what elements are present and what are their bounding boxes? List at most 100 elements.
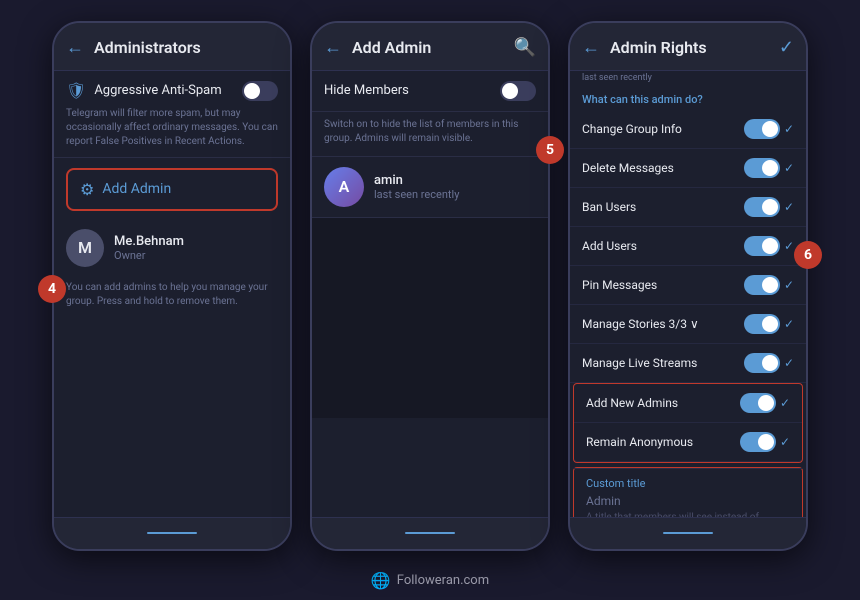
owner-tag: Owner <box>114 249 278 262</box>
toggle-container-5: ✓ <box>744 314 794 334</box>
right-row-ban-users: Ban Users ✓ <box>570 188 806 227</box>
screen2-header: ← Add Admin 🔍 <box>312 23 548 71</box>
member-avatar: A <box>324 167 364 207</box>
check-4: ✓ <box>784 278 794 292</box>
screen1-bottom-bar <box>54 517 290 549</box>
hide-members-row: Hide Members <box>312 71 548 112</box>
back-button-2[interactable]: ← <box>324 37 342 58</box>
right-row-remain-anonymous: Remain Anonymous ✓ <box>574 423 802 462</box>
check-2: ✓ <box>784 200 794 214</box>
toggle-add-new-admins[interactable] <box>740 393 776 413</box>
back-button-1[interactable]: ← <box>66 37 84 58</box>
check-8: ✓ <box>780 435 790 449</box>
right-row-add-new-admins: Add New Admins ✓ <box>574 384 802 423</box>
shield-icon: 🛡 <box>66 81 86 100</box>
back-button-3[interactable]: ← <box>582 37 600 58</box>
member-name: amin <box>374 173 459 188</box>
highlighted-section: Add New Admins ✓ Remain Anonymous ✓ <box>573 383 803 463</box>
right-label-ban-users: Ban Users <box>582 200 744 214</box>
right-label-change-group-info: Change Group Info <box>582 122 744 136</box>
owner-name: Me.Behnam <box>114 234 278 249</box>
admin-rights-screen: ← Admin Rights ✓ last seen recently What… <box>568 21 808 551</box>
custom-title-input[interactable]: Admin <box>586 494 790 508</box>
right-row-add-users: Add Users ✓ <box>570 227 806 266</box>
add-admin-screen: ← Add Admin 🔍 Hide Members Switch on to … <box>310 21 550 551</box>
hide-members-toggle[interactable] <box>500 81 536 101</box>
screen1-phone: ← Administrators 🛡 Aggressive Anti-Spam … <box>52 21 292 551</box>
anti-spam-toggle[interactable] <box>242 81 278 101</box>
owner-info: Me.Behnam Owner <box>114 234 278 262</box>
toggle-container-8: ✓ <box>740 432 790 452</box>
owner-avatar: M <box>66 229 104 267</box>
home-indicator-3 <box>663 532 713 534</box>
help-text: You can add admins to help you manage yo… <box>54 275 290 315</box>
right-label-manage-streams: Manage Live Streams <box>582 356 744 370</box>
badge-6: 6 <box>794 241 822 269</box>
screen2-phone: ← Add Admin 🔍 Hide Members Switch on to … <box>310 21 550 551</box>
screen2-bottom-bar <box>312 517 548 549</box>
add-admin-label: Add Admin <box>102 181 171 197</box>
check-6: ✓ <box>784 356 794 370</box>
member-status: last seen recently <box>374 188 459 201</box>
screen1-title: Administrators <box>94 38 278 57</box>
toggle-delete-messages[interactable] <box>744 158 780 178</box>
custom-title-section: Custom title Admin A title that members … <box>574 468 802 517</box>
screen2-title: Add Admin <box>352 38 504 57</box>
custom-title-label: Custom title <box>586 477 790 490</box>
right-row-change-group-info: Change Group Info ✓ <box>570 110 806 149</box>
screen3-phone: ← Admin Rights ✓ last seen recently What… <box>568 21 808 551</box>
hide-members-description: Switch on to hide the list of members in… <box>312 112 548 157</box>
add-admin-button[interactable]: ⚙ Add Admin <box>66 168 278 211</box>
check-5: ✓ <box>784 317 794 331</box>
screen2-content: Hide Members Switch on to hide the list … <box>312 71 548 517</box>
hide-members-label: Hide Members <box>324 83 500 98</box>
right-row-delete-messages: Delete Messages ✓ <box>570 149 806 188</box>
gear-icon: ⚙ <box>80 180 94 199</box>
toggle-remain-anonymous[interactable] <box>740 432 776 452</box>
screen1-content: 🛡 Aggressive Anti-Spam Telegram will fil… <box>54 71 290 517</box>
right-label-manage-stories: Manage Stories 3/3 ∨ <box>582 317 744 331</box>
right-label-add-users: Add Users <box>582 239 744 253</box>
toggle-pin-messages[interactable] <box>744 275 780 295</box>
toggle-container-1: ✓ <box>744 158 794 178</box>
footer-text: Followeran.com <box>397 573 489 588</box>
toggle-container-2: ✓ <box>744 197 794 217</box>
check-3: ✓ <box>784 239 794 253</box>
toggle-container-4: ✓ <box>744 275 794 295</box>
member-row[interactable]: A amin last seen recently <box>312 157 548 218</box>
toggle-ban-users[interactable] <box>744 197 780 217</box>
anti-spam-label: Aggressive Anti-Spam <box>94 83 234 98</box>
toggle-manage-streams[interactable] <box>744 353 780 373</box>
toggle-container-7: ✓ <box>740 393 790 413</box>
footer: 🌐 Followeran.com <box>371 571 489 590</box>
toggle-container-6: ✓ <box>744 353 794 373</box>
toggle-add-users[interactable] <box>744 236 780 256</box>
screen3-title: Admin Rights <box>610 38 769 57</box>
right-row-manage-stories: Manage Stories 3/3 ∨ ✓ <box>570 305 806 344</box>
anti-spam-section: 🛡 Aggressive Anti-Spam Telegram will fil… <box>54 71 290 158</box>
toggle-container-3: ✓ <box>744 236 794 256</box>
screen3-bottom-bar <box>570 517 806 549</box>
rights-section-label: What can this admin do? <box>570 85 806 110</box>
check-1: ✓ <box>784 161 794 175</box>
check-0: ✓ <box>784 122 794 136</box>
home-indicator-2 <box>405 532 455 534</box>
screen3-content: last seen recently What can this admin d… <box>570 71 806 517</box>
custom-title-transfer-section: Custom title Admin A title that members … <box>573 467 803 517</box>
member-info: amin last seen recently <box>374 173 459 201</box>
right-label-remain-anonymous: Remain Anonymous <box>586 435 740 449</box>
badge-4: 4 <box>38 275 66 303</box>
right-label-delete-messages: Delete Messages <box>582 161 744 175</box>
last-seen-line: last seen recently <box>570 71 806 85</box>
administrators-screen: ← Administrators 🛡 Aggressive Anti-Spam … <box>52 21 292 551</box>
check-7: ✓ <box>780 396 790 410</box>
right-label-pin-messages: Pin Messages <box>582 278 744 292</box>
globe-icon: 🌐 <box>371 571 391 590</box>
toggle-change-group-info[interactable] <box>744 119 780 139</box>
right-row-pin-messages: Pin Messages ✓ <box>570 266 806 305</box>
screen3-header: ← Admin Rights ✓ <box>570 23 806 71</box>
search-icon[interactable]: 🔍 <box>514 37 536 58</box>
toggle-manage-stories[interactable] <box>744 314 780 334</box>
check-icon[interactable]: ✓ <box>779 37 794 58</box>
badge-5: 5 <box>536 136 564 164</box>
